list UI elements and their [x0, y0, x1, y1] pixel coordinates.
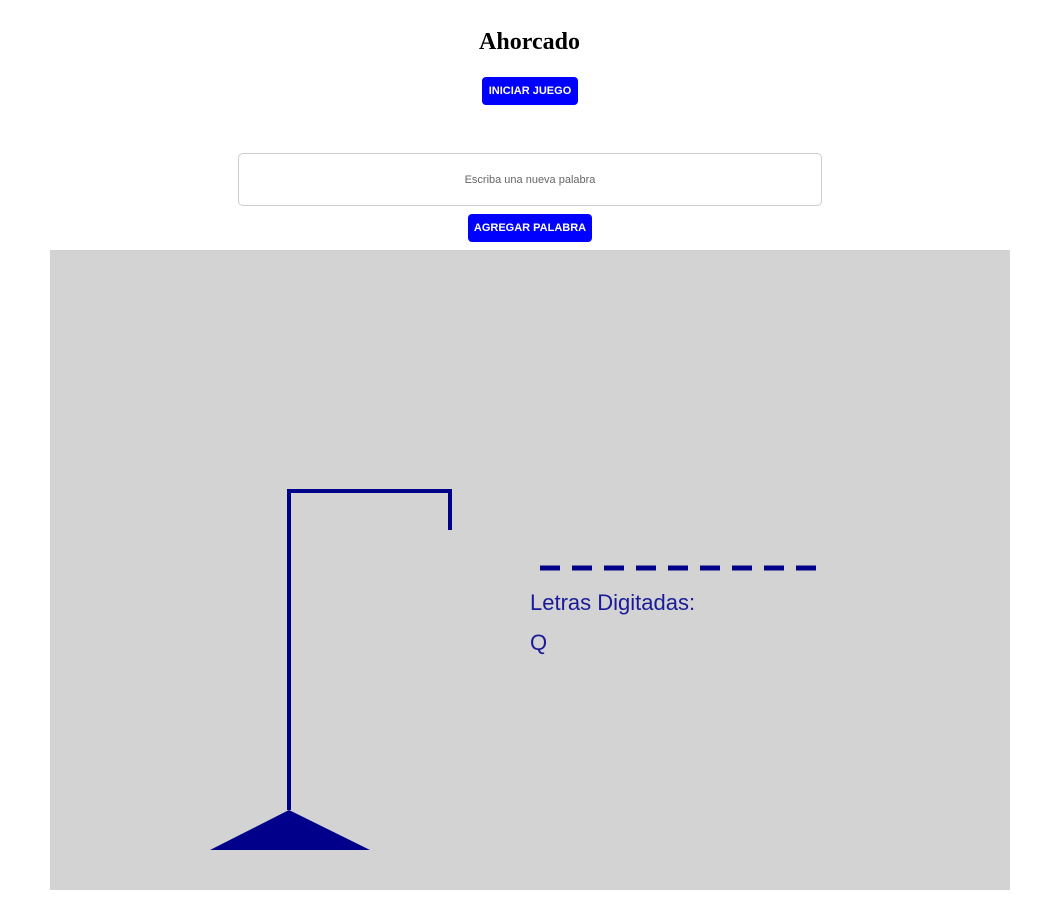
board-background [50, 250, 1010, 890]
page-title: Ahorcado [479, 29, 580, 55]
game-board: Letras Digitadas: Q [50, 250, 1010, 890]
start-game-button[interactable]: INICIAR JUEGO [482, 77, 578, 105]
add-word-button[interactable]: AGREGAR PALABRA [468, 214, 592, 242]
typed-letters-value: Q [530, 630, 548, 655]
hangman-canvas [50, 250, 1010, 890]
new-word-input[interactable] [238, 153, 822, 206]
typed-letters-label: Letras Digitadas: [530, 590, 696, 615]
